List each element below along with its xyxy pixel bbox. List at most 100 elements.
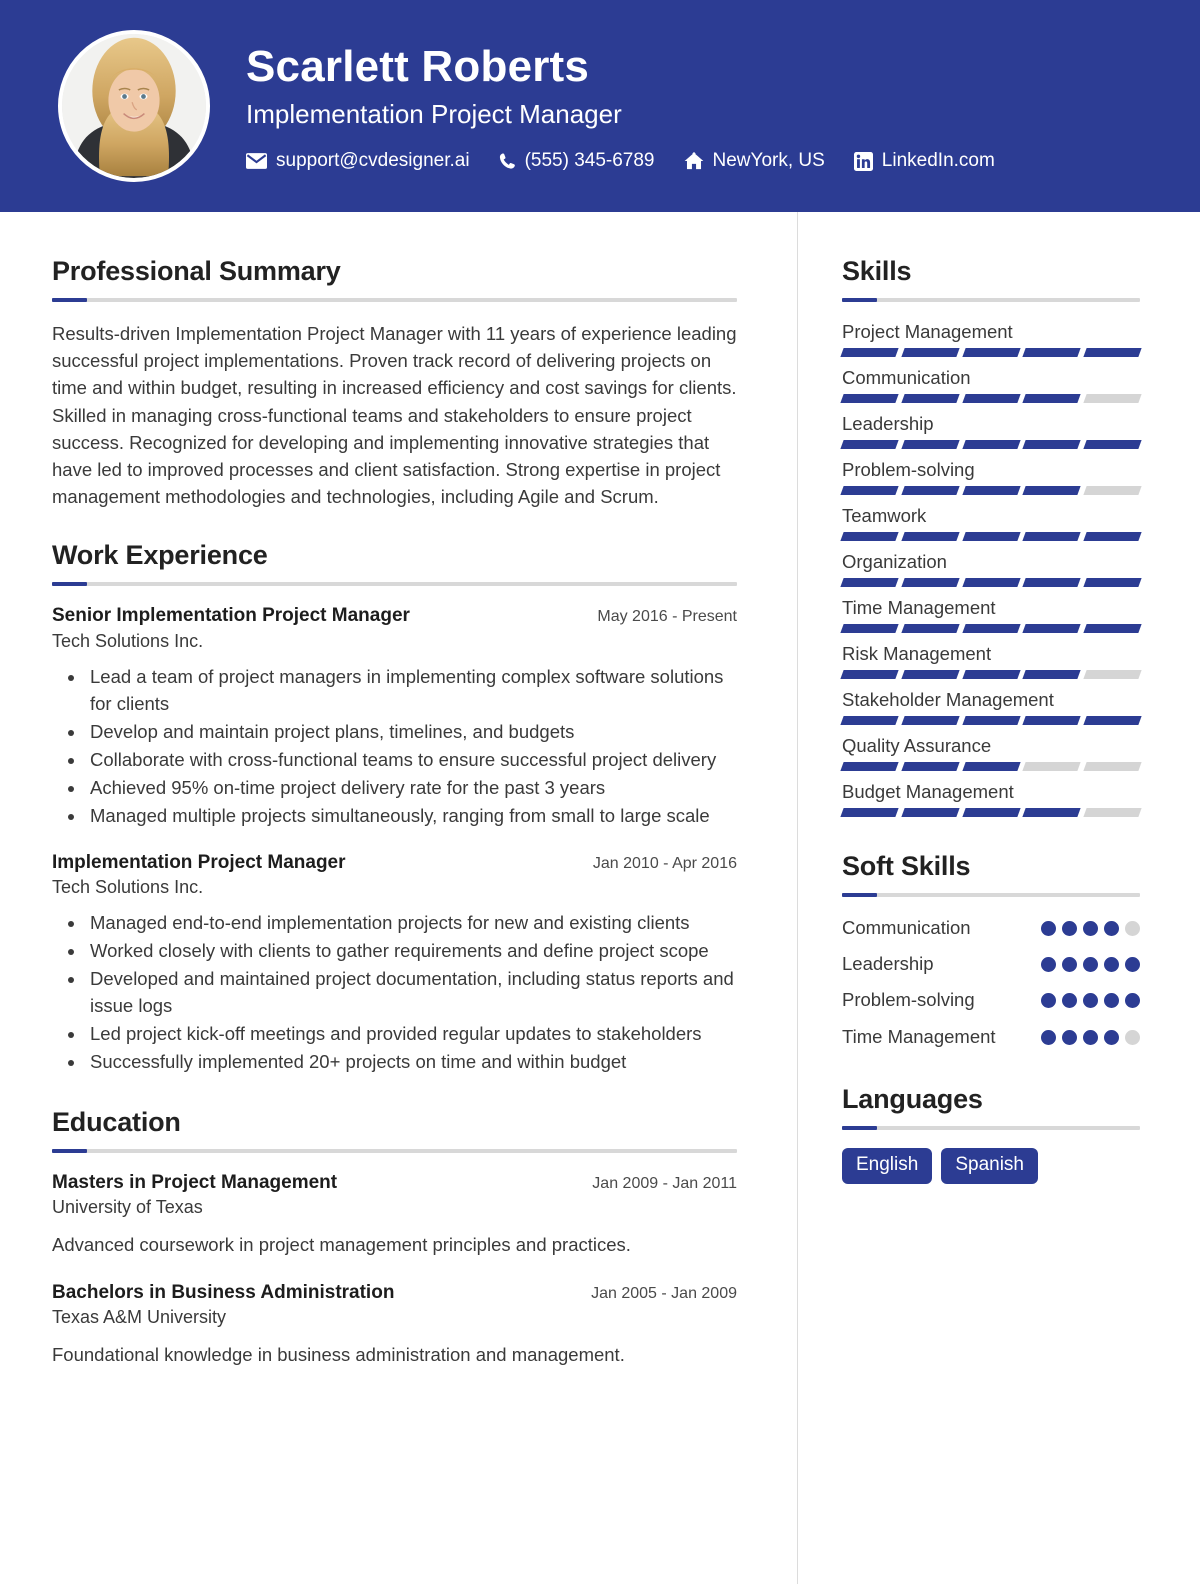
experience-bullets: Managed end-to-end implementation projec… [52, 909, 737, 1075]
skill-name: Leadership [842, 412, 934, 434]
skill-level-segment [1022, 531, 1081, 541]
education-degree: Bachelors in Business Administration [52, 1281, 395, 1303]
skill-level-segment [840, 439, 899, 449]
skill-level-segment [1083, 485, 1142, 495]
skill-level-segment [901, 577, 960, 587]
experience-position: Senior Implementation Project Manager [52, 605, 410, 627]
rating-dot [1062, 957, 1077, 973]
skill-level-bar [840, 348, 1142, 358]
experience-date: May 2016 - Present [597, 608, 737, 626]
section-title-soft-skills: Soft Skills [842, 850, 971, 881]
experience-bullets: Lead a team of project managers in imple… [52, 663, 737, 829]
rating-dot [1104, 993, 1119, 1009]
skill-level-segment [901, 348, 960, 358]
experience-bullet: Worked closely with clients to gather re… [86, 937, 737, 964]
skill-row: Project Management [840, 320, 1142, 358]
experience-company: Tech Solutions Inc. [52, 631, 204, 652]
skill-level-segment [840, 531, 899, 541]
section-work-experience: Work Experience Senior Implementation Pr… [52, 540, 737, 1074]
experience-date: Jan 2010 - Apr 2016 [592, 854, 737, 872]
skill-name: Teamwork [842, 504, 927, 526]
contact-list: support@cvdesigner.ai (555) 345-6789 New… [246, 150, 995, 172]
main-column: Professional Summary Results-driven Impl… [0, 212, 797, 1584]
sidebar-column: Skills Project Management Communication Le… [798, 212, 1200, 1584]
skill-level-segment [961, 623, 1021, 633]
skill-row: Risk Management [840, 642, 1142, 679]
soft-skill-row: Communication [842, 915, 1140, 941]
experience-bullet: Lead a team of project managers in imple… [86, 663, 737, 717]
education-list: Masters in Project Management Jan 2009 - … [52, 1171, 737, 1369]
skill-level-segment [1083, 393, 1142, 403]
skill-level-segment [1022, 393, 1081, 403]
skill-level-segment [840, 485, 899, 495]
skill-level-segment [840, 577, 899, 587]
skill-row: Budget Management [840, 780, 1142, 817]
section-title-languages: Languages [842, 1083, 983, 1114]
contact-phone-text: (555) 345-6789 [524, 150, 655, 172]
skill-row: Leadership [840, 412, 1142, 449]
rating-dot [1041, 920, 1056, 936]
rating-dot [1104, 920, 1119, 936]
skill-level-segment [961, 577, 1021, 587]
skill-level-segment [1022, 439, 1081, 449]
language-pill: Spanish [941, 1147, 1038, 1184]
rating-dot [1104, 1029, 1119, 1045]
skill-row: Problem-solving [840, 458, 1142, 495]
experience-position: Implementation Project Manager [52, 851, 346, 873]
contact-linkedin[interactable]: LinkedIn.com [853, 150, 995, 172]
section-title-experience: Work Experience [52, 540, 268, 571]
skill-row: Time Management [840, 596, 1142, 633]
soft-skill-row: Leadership [842, 951, 1140, 977]
skill-level-bar [840, 531, 1142, 541]
skill-row: Stakeholder Management [840, 688, 1142, 725]
section-title-skills: Skills [842, 256, 912, 286]
rating-dot [1104, 957, 1119, 973]
skill-level-bar [840, 761, 1142, 771]
soft-skill-name: Leadership [842, 953, 934, 975]
skill-level-segment [840, 393, 899, 403]
skill-level-segment [901, 393, 960, 403]
education-degree: Masters in Project Management [52, 1171, 338, 1193]
home-icon [684, 152, 704, 170]
skill-level-segment [1022, 807, 1081, 817]
education-entry-head: Bachelors in Business Administration Jan … [52, 1281, 737, 1305]
contact-email[interactable]: support@cvdesigner.ai [246, 150, 470, 172]
section-rule [52, 582, 737, 587]
skill-row: Communication [840, 366, 1142, 403]
soft-skill-row: Problem-solving [842, 987, 1140, 1013]
skill-name: Time Management [842, 596, 996, 618]
skill-level-bar [840, 577, 1142, 587]
section-skills: Skills Project Management Communication Le… [840, 256, 1142, 817]
skill-row: Quality Assurance [840, 734, 1142, 771]
section-languages: Languages English Spanish [842, 1084, 1140, 1184]
experience-entry-head: Implementation Project Manager Jan 2010 -… [52, 851, 737, 875]
experience-bullet: Successfully implemented 20+ projects on… [86, 1048, 737, 1075]
envelope-icon [246, 153, 267, 170]
skill-level-segment [1083, 807, 1142, 817]
section-rule [842, 298, 1140, 303]
skill-level-segment [840, 623, 899, 633]
skill-level-segment [1022, 485, 1081, 495]
skill-level-bar [840, 669, 1142, 679]
skill-level-segment [1022, 623, 1081, 633]
skill-level-segment [1022, 761, 1081, 771]
rating-dot [1062, 1029, 1077, 1045]
summary-text: Results-driven Implementation Project Ma… [52, 323, 737, 508]
phone-icon [499, 152, 516, 170]
education-entry: Bachelors in Business Administration Jan … [52, 1281, 737, 1369]
skill-level-segment [961, 348, 1021, 358]
skill-level-bar [840, 623, 1142, 633]
experience-bullet: Managed multiple projects simultaneously… [86, 802, 737, 829]
rating-dot [1062, 920, 1077, 936]
experience-list: Senior Implementation Project Manager May… [52, 604, 737, 1074]
skill-name: Project Management [842, 321, 1013, 343]
contact-phone[interactable]: (555) 345-6789 [499, 150, 655, 172]
experience-entry: Senior Implementation Project Manager May… [52, 604, 737, 828]
section-soft-skills: Soft Skills Communication Leadership Probl… [842, 851, 1140, 1050]
skill-level-segment [840, 807, 899, 817]
skill-level-segment [901, 439, 960, 449]
avatar [58, 30, 210, 182]
language-pill: English [842, 1147, 933, 1184]
candidate-job-title: Implementation Project Manager [246, 98, 622, 129]
skill-level-bar [840, 393, 1142, 403]
